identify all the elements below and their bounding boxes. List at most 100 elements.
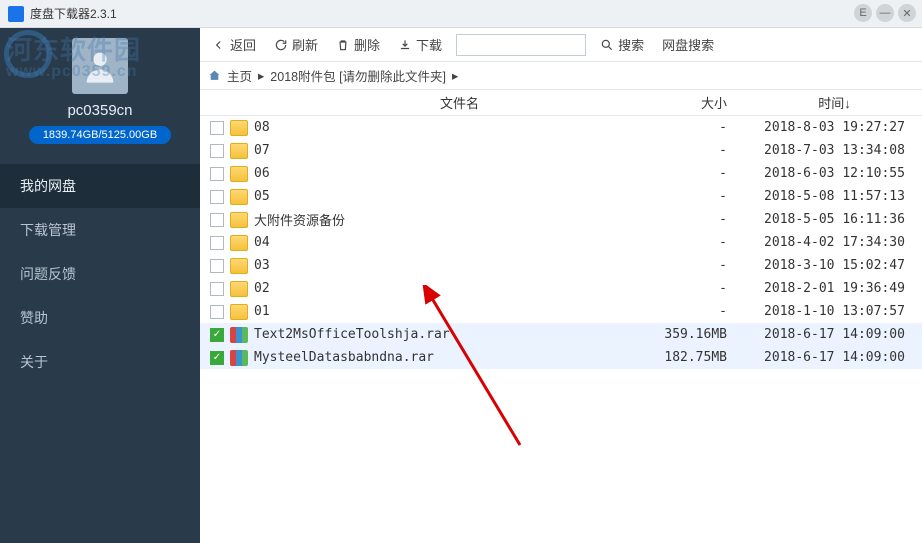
table-row[interactable]: 大附件资源备份-2018-5-05 16:11:36 <box>200 208 922 231</box>
refresh-button[interactable]: 刷新 <box>270 33 322 56</box>
file-time: 2018-5-08 11:57:13 <box>747 189 922 204</box>
avatar[interactable] <box>72 38 128 94</box>
table-row[interactable]: 08-2018-8-03 19:27:27 <box>200 116 922 139</box>
netdisk-search-button[interactable]: 网盘搜索 <box>658 33 718 56</box>
file-name: 01 <box>254 304 627 319</box>
username: pc0359cn <box>0 102 200 119</box>
row-checkbox[interactable] <box>210 236 224 250</box>
file-time: 2018-4-02 17:34:30 <box>747 235 922 250</box>
file-name: 05 <box>254 189 627 204</box>
folder-icon <box>230 143 248 159</box>
folder-icon <box>230 166 248 182</box>
breadcrumb: 主页 ▸ 2018附件包 [请勿删除此文件夹] ▸ <box>200 62 922 90</box>
nav-item-3[interactable]: 赞助 <box>0 296 200 340</box>
file-time: 2018-6-17 14:09:00 <box>747 350 922 365</box>
folder-icon <box>230 235 248 251</box>
refresh-icon <box>274 38 288 52</box>
back-icon <box>212 38 226 52</box>
table-row[interactable]: ✓Text2MsOfficeToolshja.rar359.16MB2018-6… <box>200 323 922 346</box>
file-time: 2018-8-03 19:27:27 <box>747 120 922 135</box>
file-name: Text2MsOfficeToolshja.rar <box>254 327 627 342</box>
nav: 我的网盘下载管理问题反馈赞助关于 <box>0 164 200 384</box>
download-button[interactable]: 下载 <box>394 33 446 56</box>
row-checkbox[interactable]: ✓ <box>210 351 224 365</box>
folder-icon <box>230 189 248 205</box>
header-name[interactable]: 文件名 <box>200 93 627 112</box>
file-size: - <box>627 258 747 273</box>
file-table: 文件名 大小 时间↓ 08-2018-8-03 19:27:2707-2018-… <box>200 90 922 543</box>
back-button[interactable]: 返回 <box>208 33 260 56</box>
file-time: 2018-6-03 12:10:55 <box>747 166 922 181</box>
folder-icon <box>230 281 248 297</box>
settings-button[interactable]: E <box>854 4 872 22</box>
archive-icon <box>230 350 248 366</box>
file-size: - <box>627 166 747 181</box>
file-name: 04 <box>254 235 627 250</box>
table-row[interactable]: ✓ MysteelDatasbabndna.rar182.75MB2018-6-1… <box>200 346 922 369</box>
file-time: 2018-3-10 15:02:47 <box>747 258 922 273</box>
file-name: 06 <box>254 166 627 181</box>
nav-item-1[interactable]: 下载管理 <box>0 208 200 252</box>
row-checkbox[interactable] <box>210 144 224 158</box>
row-checkbox[interactable] <box>210 167 224 181</box>
file-time: 2018-1-10 13:07:57 <box>747 304 922 319</box>
archive-icon <box>230 327 248 343</box>
sidebar: pc0359cn 1839.74GB/5125.00GB 我的网盘下载管理问题反… <box>0 28 200 543</box>
app-icon <box>8 6 24 22</box>
home-icon[interactable] <box>208 69 221 82</box>
table-row[interactable]: 02-2018-2-01 19:36:49 <box>200 277 922 300</box>
row-checkbox[interactable] <box>210 190 224 204</box>
folder-icon <box>230 212 248 228</box>
row-checkbox[interactable] <box>210 259 224 273</box>
file-size: - <box>627 304 747 319</box>
window-controls: E — ✕ <box>854 4 916 22</box>
app-title: 度盘下载器2.3.1 <box>30 5 117 22</box>
file-size: - <box>627 281 747 296</box>
table-header: 文件名 大小 时间↓ <box>200 90 922 116</box>
file-size: 182.75MB <box>627 350 747 365</box>
table-row[interactable]: 05-2018-5-08 11:57:13 <box>200 185 922 208</box>
table-row[interactable]: 07-2018-7-03 13:34:08 <box>200 139 922 162</box>
nav-item-0[interactable]: 我的网盘 <box>0 164 200 208</box>
search-icon <box>600 38 614 52</box>
table-row[interactable]: 01-2018-1-10 13:07:57 <box>200 300 922 323</box>
file-size: 359.16MB <box>627 327 747 342</box>
folder-icon <box>230 120 248 136</box>
download-icon <box>398 38 412 52</box>
header-size[interactable]: 大小 <box>627 93 747 112</box>
row-checkbox[interactable] <box>210 282 224 296</box>
search-button[interactable]: 搜索 <box>596 33 648 56</box>
folder-icon <box>230 304 248 320</box>
file-name: 07 <box>254 143 627 158</box>
nav-item-4[interactable]: 关于 <box>0 340 200 384</box>
file-time: 2018-5-05 16:11:36 <box>747 212 922 227</box>
toolbar: 返回 刷新 删除 下载 搜索 网盘搜索 <box>200 28 922 62</box>
row-checkbox[interactable] <box>210 213 224 227</box>
file-name: 02 <box>254 281 627 296</box>
file-name: 03 <box>254 258 627 273</box>
table-row[interactable]: 06-2018-6-03 12:10:55 <box>200 162 922 185</box>
trash-icon <box>336 38 350 52</box>
file-name: 08 <box>254 120 627 135</box>
file-size: - <box>627 120 747 135</box>
file-time: 2018-2-01 19:36:49 <box>747 281 922 296</box>
nav-item-2[interactable]: 问题反馈 <box>0 252 200 296</box>
search-input[interactable] <box>456 34 586 56</box>
row-checkbox[interactable] <box>210 121 224 135</box>
folder-icon <box>230 258 248 274</box>
table-row[interactable]: 04-2018-4-02 17:34:30 <box>200 231 922 254</box>
file-size: - <box>627 143 747 158</box>
header-time[interactable]: 时间↓ <box>747 93 922 112</box>
close-button[interactable]: ✕ <box>898 4 916 22</box>
content: 返回 刷新 删除 下载 搜索 网盘搜索 <box>200 28 922 543</box>
row-checkbox[interactable] <box>210 305 224 319</box>
breadcrumb-home[interactable]: 主页 <box>227 66 252 85</box>
file-size: - <box>627 235 747 250</box>
minimize-button[interactable]: — <box>876 4 894 22</box>
table-row[interactable]: 03-2018-3-10 15:02:47 <box>200 254 922 277</box>
row-checkbox[interactable]: ✓ <box>210 328 224 342</box>
delete-button[interactable]: 删除 <box>332 33 384 56</box>
breadcrumb-path[interactable]: 2018附件包 [请勿删除此文件夹] <box>270 66 446 85</box>
file-name: 大附件资源备份 <box>254 210 627 229</box>
file-name: MysteelDatasbabndna.rar <box>254 350 627 365</box>
